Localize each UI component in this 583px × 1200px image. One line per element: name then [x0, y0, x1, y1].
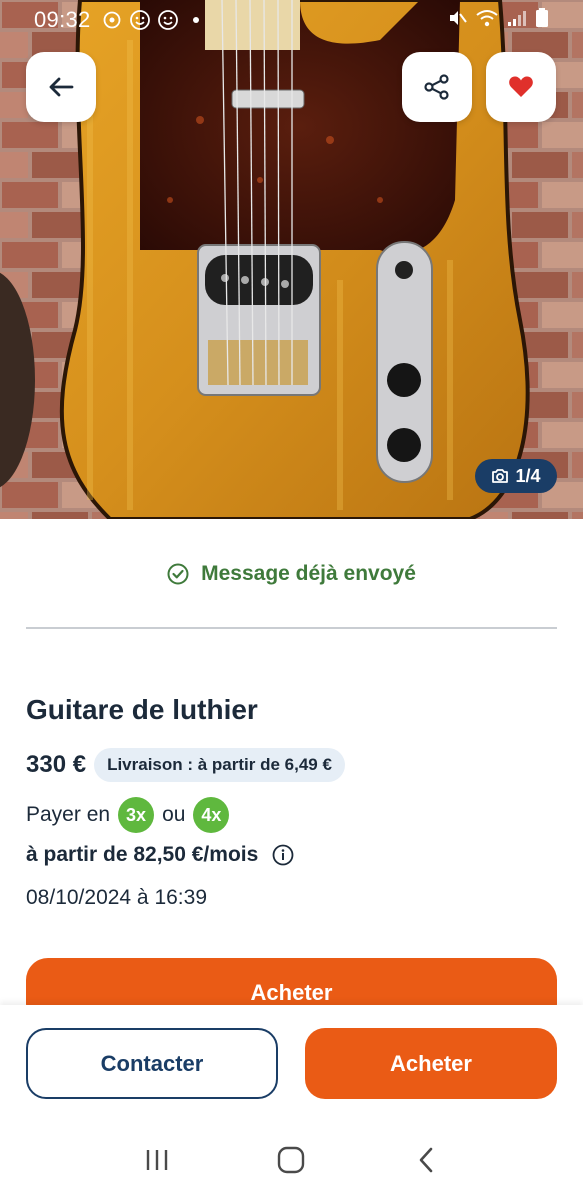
- bottom-action-bar: Contacter Acheter: [0, 1005, 583, 1120]
- wifi-icon: [475, 8, 499, 33]
- photo-counter-text: 1/4: [515, 465, 541, 486]
- listing-date: 08/10/2024 à 16:39: [26, 886, 208, 909]
- price-row: 330 € Livraison : à partir de 6,49 €: [26, 748, 345, 782]
- divider: [26, 627, 557, 629]
- home-icon[interactable]: [271, 1140, 311, 1180]
- contact-button[interactable]: Contacter: [26, 1028, 278, 1099]
- mute-icon: [447, 8, 467, 33]
- camera-icon: [492, 469, 509, 483]
- battery-icon: [535, 7, 549, 33]
- status-time: 09:32: [34, 7, 91, 32]
- price: 330 €: [26, 751, 87, 778]
- info-icon[interactable]: [272, 844, 294, 866]
- buy-button[interactable]: Acheter: [305, 1028, 557, 1099]
- status-bar: 09:32: [0, 0, 583, 40]
- installment-row: Payer en 3x ou 4x: [26, 797, 230, 833]
- pay-prefix: Payer en: [26, 803, 111, 826]
- monthly-price: à partir de 82,50 €/mois: [26, 843, 259, 866]
- signal-icon: [507, 9, 527, 32]
- listing-title: Guitare de luthier: [26, 694, 258, 725]
- share-button[interactable]: [402, 52, 472, 122]
- product-photo[interactable]: 09:32 1/4: [0, 0, 583, 519]
- system-nav-bar: [0, 1120, 583, 1200]
- photo-counter[interactable]: 1/4: [475, 459, 557, 493]
- installment-3x-badge[interactable]: 3x: [118, 797, 155, 833]
- message-sent-status: Message déjà envoyé: [0, 556, 583, 592]
- monthly-price-row: à partir de 82,50 €/mois: [26, 843, 294, 867]
- favorite-button[interactable]: [486, 52, 556, 122]
- media-icon: [101, 9, 123, 31]
- back-button[interactable]: [26, 52, 96, 122]
- arrow-left-icon: [49, 77, 74, 97]
- recent-apps-icon[interactable]: [137, 1140, 177, 1180]
- pay-or: ou: [162, 803, 186, 826]
- delivery-badge: Livraison : à partir de 6,49 €: [94, 748, 345, 782]
- heart-icon: [509, 76, 533, 97]
- smiley-icon: [157, 9, 179, 31]
- installment-4x-badge[interactable]: 4x: [193, 797, 230, 833]
- message-sent-text: Message déjà envoyé: [201, 562, 416, 585]
- smiley-icon: [129, 9, 151, 31]
- back-icon[interactable]: [406, 1140, 446, 1180]
- check-circle-icon: [167, 563, 189, 585]
- share-icon: [424, 74, 449, 100]
- dot-icon: [185, 9, 207, 31]
